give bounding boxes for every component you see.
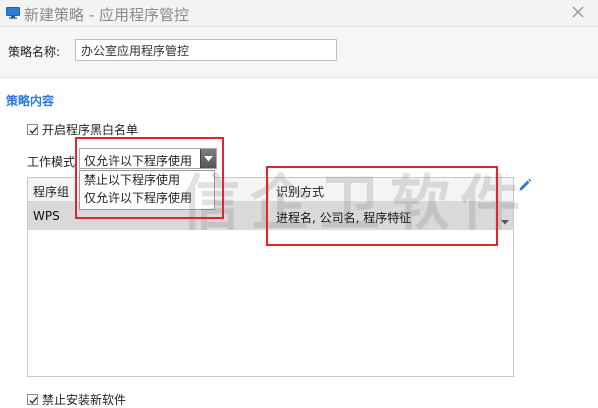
close-icon[interactable] [570, 4, 586, 20]
row-group-cell: WPS [33, 209, 60, 223]
window-title: 新建策略 - 应用程序管控 [24, 6, 189, 24]
column-header-method[interactable]: 识别方式 [276, 183, 324, 200]
policy-name-area: 策略名称: [0, 27, 598, 78]
work-mode-dropdown-list: 禁止以下程序使用 仅允许以下程序使用 [79, 170, 215, 210]
blacklist-checkbox-row[interactable]: 开启程序黑白名单 [27, 121, 138, 138]
policy-name-label: 策略名称: [8, 45, 61, 59]
chevron-down-icon[interactable] [200, 149, 216, 168]
row-method-cell[interactable]: 进程名, 公司名, 程序特征 [276, 209, 411, 226]
policy-name-input[interactable] [75, 39, 337, 61]
method-dropdown-icon[interactable] [501, 214, 509, 228]
dropdown-option-allow[interactable]: 仅允许以下程序使用 [80, 189, 214, 207]
no-install-checkbox-row[interactable]: 禁止安装新软件 [27, 391, 126, 408]
monitor-icon [6, 7, 20, 19]
section-title: 策略内容 [6, 94, 55, 108]
work-mode-selected: 仅允许以下程序使用 [84, 154, 193, 168]
work-mode-label: 工作模式 [27, 155, 76, 169]
no-install-checkbox[interactable] [27, 394, 38, 405]
edit-icon[interactable] [518, 178, 532, 192]
column-divider[interactable] [268, 178, 269, 201]
work-mode-select[interactable]: 仅允许以下程序使用 [79, 148, 217, 169]
title-bar: 新建策略 - 应用程序管控 [0, 0, 598, 27]
blacklist-label: 开启程序黑白名单 [42, 123, 139, 137]
column-header-group[interactable]: 程序组 [33, 183, 69, 200]
dropdown-option-deny[interactable]: 禁止以下程序使用 [80, 171, 214, 189]
blacklist-checkbox[interactable] [27, 124, 38, 135]
no-install-label: 禁止安装新软件 [42, 393, 127, 407]
